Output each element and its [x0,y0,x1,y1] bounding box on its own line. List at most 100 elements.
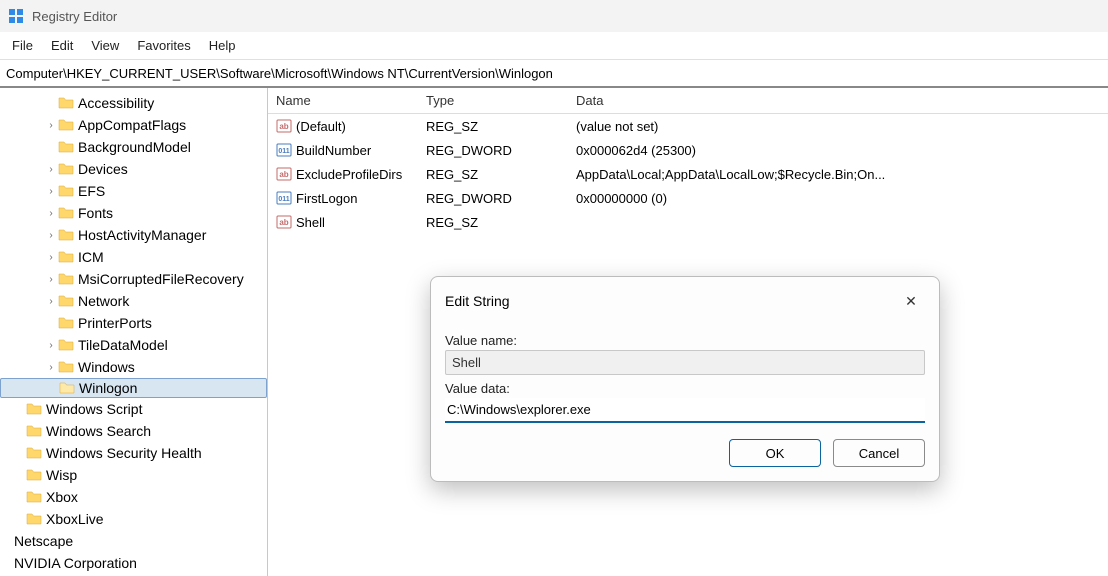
string-value-icon: ab [276,166,292,182]
value-name: BuildNumber [296,143,371,158]
folder-icon [59,380,75,396]
tree-item[interactable]: Xbox [0,486,267,508]
menu-file[interactable]: File [12,38,33,53]
tree-item-label: AppCompatFlags [78,117,186,133]
tree-item-label: Winlogon [79,380,137,396]
chevron-right-icon[interactable]: › [44,120,58,131]
tree-item[interactable]: Windows Search [0,420,267,442]
dialog-title: Edit String [445,293,510,309]
value-type: REG_DWORD [418,189,568,208]
chevron-right-icon[interactable]: › [44,252,58,263]
tree-item[interactable]: › EFS [0,180,267,202]
tree-item[interactable]: ›HostActivityManager [0,224,267,246]
svg-text:011: 011 [278,196,289,203]
value-name: Shell [296,215,325,230]
chevron-right-icon[interactable]: › [44,208,58,219]
table-row[interactable]: 011 FirstLogon REG_DWORD0x00000000 (0) [268,186,1108,210]
tree-item[interactable]: ›TileDataModel [0,334,267,356]
menubar: File Edit View Favorites Help [0,32,1108,60]
folder-icon [26,467,42,483]
chevron-right-icon[interactable]: › [44,230,58,241]
tree-item[interactable]: Netscape [0,530,267,552]
tree-item[interactable]: Winlogon [0,378,267,398]
table-row[interactable]: ab (Default) REG_SZ(value not set) [268,114,1108,138]
menu-help[interactable]: Help [209,38,236,53]
tree-item[interactable]: PrinterPorts [0,312,267,334]
folder-icon [26,489,42,505]
chevron-right-icon[interactable]: › [44,164,58,175]
tree-item[interactable]: › Windows [0,356,267,378]
tree-item-label: Xbox [46,489,78,505]
tree-item-label: EFS [78,183,105,199]
tree-pane[interactable]: Accessibility › AppCompatFlags BackgroundMo… [0,88,268,576]
folder-icon [58,95,74,111]
tree-item-label: Wisp [46,467,77,483]
tree-item[interactable]: Windows Script [0,398,267,420]
value-type: REG_SZ [418,213,568,232]
value-name-label: Value name: [445,333,925,348]
menu-view[interactable]: View [91,38,119,53]
svg-text:ab: ab [279,122,288,131]
chevron-right-icon[interactable]: › [44,340,58,351]
tree-item[interactable]: ›ICM [0,246,267,268]
folder-icon [58,315,74,331]
folder-icon [58,117,74,133]
tree-item-label: Fonts [78,205,113,221]
close-icon[interactable]: ✕ [897,287,925,315]
value-name-field: Shell [445,350,925,375]
address-text: Computer\HKEY_CURRENT_USER\Software\Micr… [6,66,553,81]
value-type: REG_DWORD [418,141,568,160]
tree-item[interactable]: ›Devices [0,158,267,180]
tree-item-label: Netscape [14,533,73,549]
table-row[interactable]: 011BuildNumberREG_DWORD0x000062d4 (25300… [268,138,1108,162]
tree-item[interactable]: › Network [0,290,267,312]
address-bar[interactable]: Computer\HKEY_CURRENT_USER\Software\Micr… [0,60,1108,88]
tree-item-label: MsiCorruptedFileRecovery [78,271,244,287]
value-name: FirstLogon [296,191,357,206]
menu-edit[interactable]: Edit [51,38,73,53]
tree-item[interactable]: › MsiCorruptedFileRecovery [0,268,267,290]
value-type: REG_SZ [418,117,568,136]
tree-item[interactable]: › Fonts [0,202,267,224]
tree-item-label: NVIDIA Corporation [14,555,137,571]
chevron-right-icon[interactable]: › [44,296,58,307]
value-name: (Default) [296,119,346,134]
table-row[interactable]: ab Shell REG_SZ [268,210,1108,234]
tree-item[interactable]: XboxLive [0,508,267,530]
folder-icon [58,183,74,199]
tree-item[interactable]: BackgroundModel [0,136,267,158]
ok-button[interactable]: OK [729,439,821,467]
col-type[interactable]: Type [418,89,568,112]
folder-icon [58,249,74,265]
cancel-button[interactable]: Cancel [833,439,925,467]
tree-item-label: Windows [78,359,135,375]
col-data[interactable]: Data [568,89,1108,112]
chevron-right-icon[interactable]: › [44,186,58,197]
window-title: Registry Editor [32,9,117,24]
table-row[interactable]: abExcludeProfileDirsREG_SZAppData\Local;… [268,162,1108,186]
col-name[interactable]: Name [268,89,418,112]
svg-text:ab: ab [279,218,288,227]
folder-icon [26,445,42,461]
folder-icon [58,337,74,353]
value-data-input[interactable] [445,398,925,423]
tree-item[interactable]: Accessibility [0,92,267,114]
value-data: AppData\Local;AppData\LocalLow;$Recycle.… [568,165,1108,184]
tree-item[interactable]: Windows Security Health [0,442,267,464]
tree-item[interactable]: NVIDIA Corporation [0,552,267,574]
menu-favorites[interactable]: Favorites [137,38,190,53]
value-data: 0x00000000 (0) [568,189,1108,208]
edit-string-dialog: Edit String ✕ Value name: Shell Value da… [430,276,940,482]
value-data: (value not set) [568,117,1108,136]
tree-item[interactable]: › AppCompatFlags [0,114,267,136]
value-name: ExcludeProfileDirs [296,167,402,182]
tree-item-label: Network [78,293,129,309]
tree-item[interactable]: Wisp [0,464,267,486]
folder-icon [58,271,74,287]
chevron-right-icon[interactable]: › [44,274,58,285]
chevron-right-icon[interactable]: › [44,362,58,373]
tree-item-label: BackgroundModel [78,139,191,155]
folder-icon [58,359,74,375]
value-data [568,220,1108,224]
regedit-icon [8,8,24,24]
